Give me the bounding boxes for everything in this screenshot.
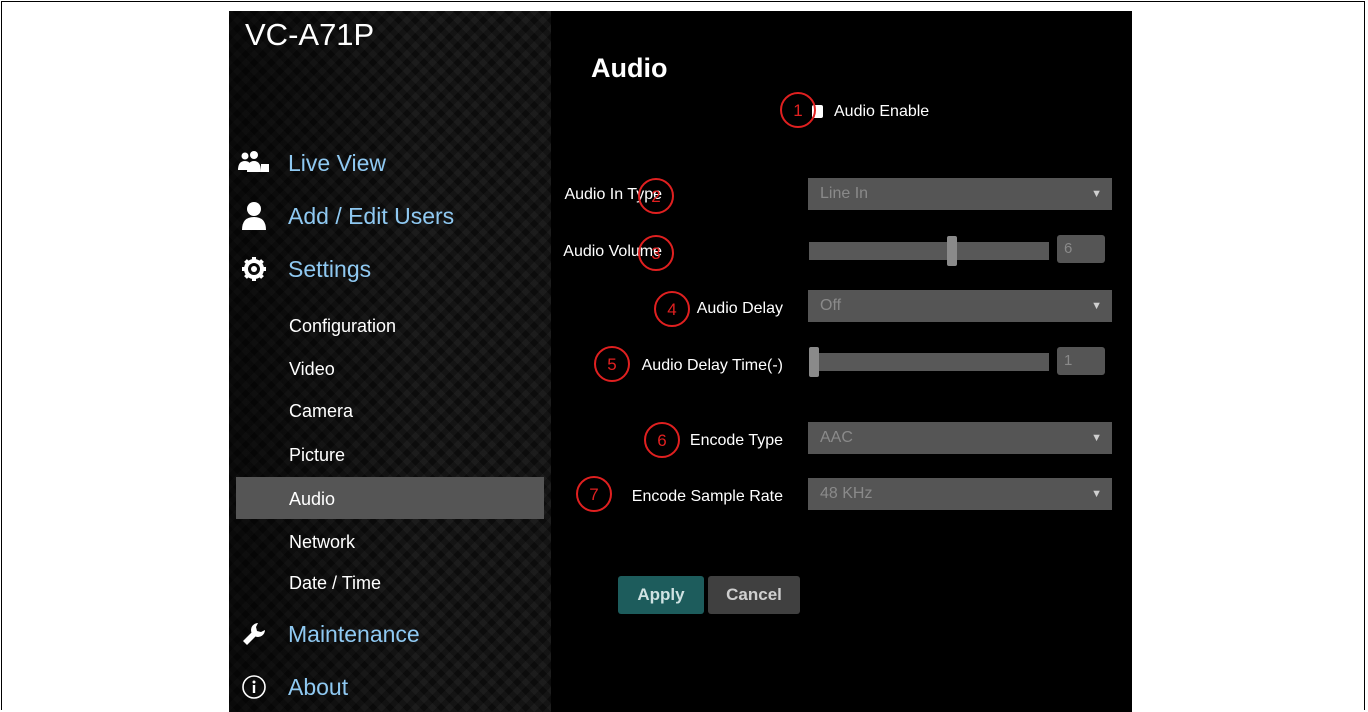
annotation-marker-3: 3 [638,235,674,271]
sidebar-item-video[interactable]: Video [289,354,335,384]
sidebar: VC-A71P Live View Add / Edit Users Setti… [229,11,551,712]
sidebar-item-date-time[interactable]: Date / Time [289,568,381,598]
audio-delay-time-label: Audio Delay Time(-) [641,357,783,374]
encode-sample-rate-value: 48 KHz [820,485,873,502]
audio-delay-time-value[interactable]: 1 [1057,347,1105,375]
audio-delay-time-slider-handle[interactable] [809,347,819,377]
annotation-marker-4: 4 [654,291,690,327]
audio-delay-label: Audio Delay [696,300,783,317]
apply-button[interactable]: Apply [618,576,704,614]
chevron-down-icon: ▼ [1091,300,1102,312]
nav-add-edit-users-label: Add / Edit Users [288,202,455,229]
wrench-icon [237,617,271,651]
sidebar-item-camera[interactable]: Camera [289,396,353,426]
nav-live-view-label: Live View [288,149,387,176]
audio-delay-time-slider[interactable] [809,347,1049,377]
encode-type-select[interactable]: AAC ▼ [808,422,1112,454]
users-icon [237,146,271,180]
nav-settings-label: Settings [288,255,372,282]
audio-delay-value: Off [820,297,842,314]
audio-volume-slider-handle[interactable] [947,236,957,266]
app-window: VC-A71P Live View Add / Edit Users Setti… [229,11,1132,712]
annotation-marker-6: 6 [644,422,680,458]
encode-type-label: Encode Type [689,432,783,449]
page-title: Audio [591,53,668,83]
nav-add-edit-users[interactable]: Add / Edit Users [237,199,454,233]
sidebar-item-network[interactable]: Network [289,527,355,557]
audio-enable-label: Audio Enable [834,103,930,120]
chevron-down-icon: ▼ [1091,188,1102,200]
audio-delay-select[interactable]: Off ▼ [808,290,1112,322]
info-icon [237,670,271,704]
main-content: Audio 1 Audio Enable 2 Audio In Type Lin… [551,11,1132,712]
annotation-marker-2: 2 [638,178,674,214]
audio-volume-slider[interactable] [809,236,1049,266]
user-icon [237,199,271,233]
nav-live-view[interactable]: Live View [237,146,386,180]
sidebar-item-configuration[interactable]: Configuration [289,311,396,341]
chevron-down-icon: ▼ [1091,488,1102,500]
gear-icon [237,252,271,286]
annotation-marker-5: 5 [594,346,630,382]
cancel-button[interactable]: Cancel [708,576,800,614]
nav-about-label: About [288,673,349,700]
nav-about[interactable]: About [237,670,348,704]
audio-in-type-select[interactable]: Line In ▼ [808,178,1112,210]
encode-sample-rate-label: Encode Sample Rate [631,488,783,505]
app-title: VC-A71P [245,17,375,52]
chevron-down-icon: ▼ [1091,432,1102,444]
annotation-marker-7: 7 [576,476,612,512]
encode-type-value: AAC [820,429,853,446]
nav-maintenance-label: Maintenance [288,620,420,647]
audio-volume-value[interactable]: 6 [1057,235,1105,263]
nav-settings[interactable]: Settings [237,252,371,286]
audio-in-type-value: Line In [820,185,869,202]
sidebar-item-picture[interactable]: Picture [289,440,345,470]
annotation-marker-1: 1 [780,92,816,128]
sidebar-item-audio[interactable]: Audio [289,484,335,514]
sidebar-active-highlight [236,477,544,519]
nav-maintenance[interactable]: Maintenance [237,617,420,651]
encode-sample-rate-select[interactable]: 48 KHz ▼ [808,478,1112,510]
